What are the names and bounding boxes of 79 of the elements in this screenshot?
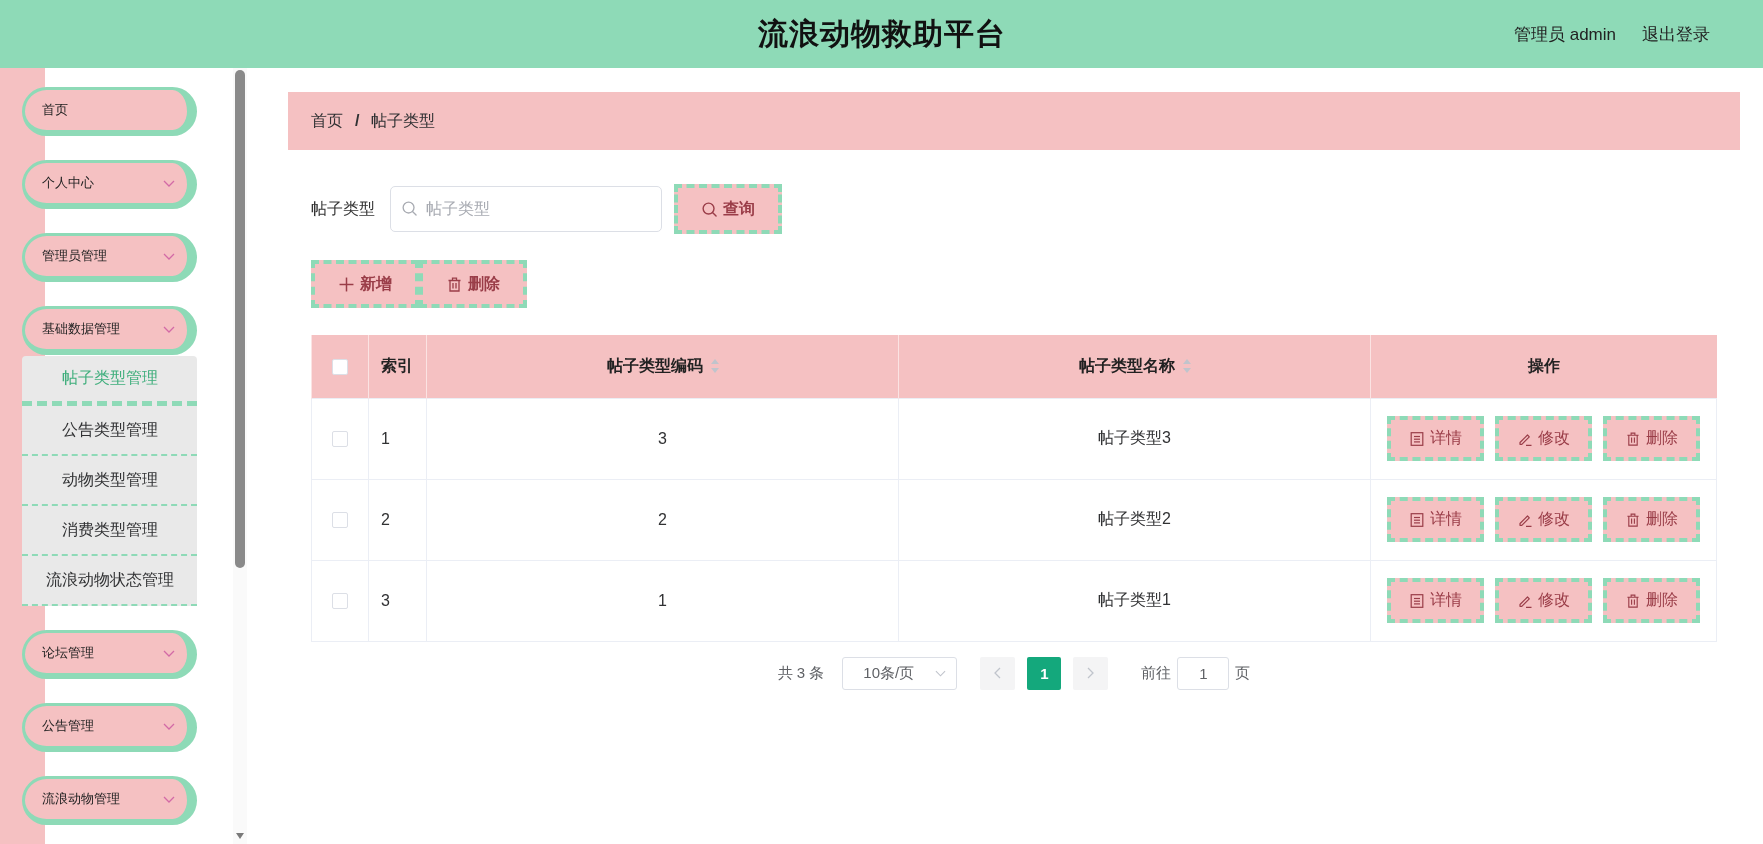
search-button[interactable]: 查询 xyxy=(674,184,782,234)
pencil-icon xyxy=(1517,512,1532,527)
breadcrumb-separator: / xyxy=(355,112,360,130)
row-checkbox[interactable] xyxy=(332,593,348,610)
document-icon xyxy=(1409,512,1424,527)
pencil-icon xyxy=(1517,593,1532,608)
row-checkbox[interactable] xyxy=(332,512,348,529)
page-size-select[interactable]: 10条/页 xyxy=(842,656,958,690)
menu-item[interactable]: 管理员管理 xyxy=(22,233,197,282)
menu-item[interactable]: 公告管理 xyxy=(22,703,197,752)
delete-button[interactable]: 删除 xyxy=(1603,416,1700,461)
chevron-down-icon xyxy=(163,252,175,260)
edit-button[interactable]: 修改 xyxy=(1495,497,1592,542)
column-header[interactable]: 帖子类型编码 xyxy=(606,355,719,377)
column-header: 索引 xyxy=(381,355,413,376)
scroll-down-arrow-icon[interactable] xyxy=(236,833,244,839)
document-icon xyxy=(1409,593,1424,608)
edit-button[interactable]: 修改 xyxy=(1495,416,1592,461)
delete-button[interactable]: 删除 xyxy=(419,260,527,308)
menu-item[interactable]: 首页 xyxy=(22,87,197,136)
detail-button[interactable]: 详情 xyxy=(1387,578,1484,623)
delete-button[interactable]: 删除 xyxy=(1603,578,1700,623)
logout-link[interactable]: 退出登录 xyxy=(1642,22,1710,46)
column-header[interactable]: 帖子类型名称 xyxy=(1078,355,1191,377)
user-label: 管理员 admin xyxy=(1513,23,1616,46)
column-header: 操作 xyxy=(1527,355,1560,376)
table-cell: 帖子类型2 xyxy=(898,479,1371,560)
search-icon xyxy=(701,201,717,217)
table-cell: 3 xyxy=(426,398,899,479)
table-cell: 3 xyxy=(368,560,427,641)
chevron-left-icon xyxy=(994,667,1002,679)
select-all-checkbox[interactable] xyxy=(332,359,348,375)
trash-icon xyxy=(446,276,462,292)
document-icon xyxy=(1409,431,1424,446)
chevron-down-icon xyxy=(935,669,947,677)
breadcrumb-link[interactable]: 首页 xyxy=(311,110,343,132)
detail-button[interactable]: 详情 xyxy=(1387,497,1484,542)
submenu-item[interactable]: 消费类型管理 xyxy=(22,506,197,556)
menu-item[interactable]: 个人中心 xyxy=(22,160,197,209)
goto-page-field[interactable]: 1 xyxy=(1177,656,1230,690)
search-label: 帖子类型 xyxy=(311,198,375,219)
submenu-item[interactable]: 公告类型管理 xyxy=(22,406,197,456)
table-cell: 帖子类型1 xyxy=(898,560,1371,641)
sort-icon[interactable] xyxy=(710,359,719,374)
chevron-down-icon xyxy=(163,722,175,730)
sort-icon[interactable] xyxy=(1182,359,1191,374)
pencil-icon xyxy=(1517,431,1532,446)
search-icon xyxy=(402,201,417,216)
menu-item[interactable]: 基础数据管理 xyxy=(22,306,197,355)
table-cell: 2 xyxy=(368,479,427,560)
scrollbar-thumb[interactable] xyxy=(235,70,245,568)
submenu-item[interactable]: 动物类型管理 xyxy=(22,456,197,506)
app-title: 流浪动物救助平台 xyxy=(757,15,1006,52)
total-count: 共 3 条 xyxy=(777,663,825,683)
table-cell: 帖子类型3 xyxy=(898,398,1371,479)
menu-item[interactable]: 论坛管理 xyxy=(22,630,197,679)
chevron-down-icon xyxy=(163,325,175,333)
goto-label: 前往 xyxy=(1141,663,1172,683)
add-button[interactable]: 新增 xyxy=(311,260,419,308)
delete-button[interactable]: 删除 xyxy=(1603,497,1700,542)
trash-icon xyxy=(1625,593,1640,608)
row-checkbox[interactable] xyxy=(332,431,348,448)
table-cell: 1 xyxy=(368,398,427,479)
detail-button[interactable]: 详情 xyxy=(1387,416,1484,461)
search-field[interactable]: 帖子类型 xyxy=(390,186,662,232)
chevron-down-icon xyxy=(163,179,175,187)
menu-item[interactable]: 流浪动物管理 xyxy=(22,776,197,825)
page-suffix: 页 xyxy=(1235,663,1251,683)
plus-icon xyxy=(338,276,354,292)
trash-icon xyxy=(1625,431,1640,446)
table-cell: 1 xyxy=(426,560,899,641)
breadcrumb-current: 帖子类型 xyxy=(371,110,436,131)
chevron-right-icon xyxy=(1087,667,1095,679)
table-cell: 2 xyxy=(426,479,899,560)
chevron-down-icon xyxy=(163,649,175,657)
trash-icon xyxy=(1625,512,1640,527)
submenu-item[interactable]: 流浪动物状态管理 xyxy=(22,556,197,606)
edit-button[interactable]: 修改 xyxy=(1495,578,1592,623)
chevron-down-icon xyxy=(163,795,175,803)
